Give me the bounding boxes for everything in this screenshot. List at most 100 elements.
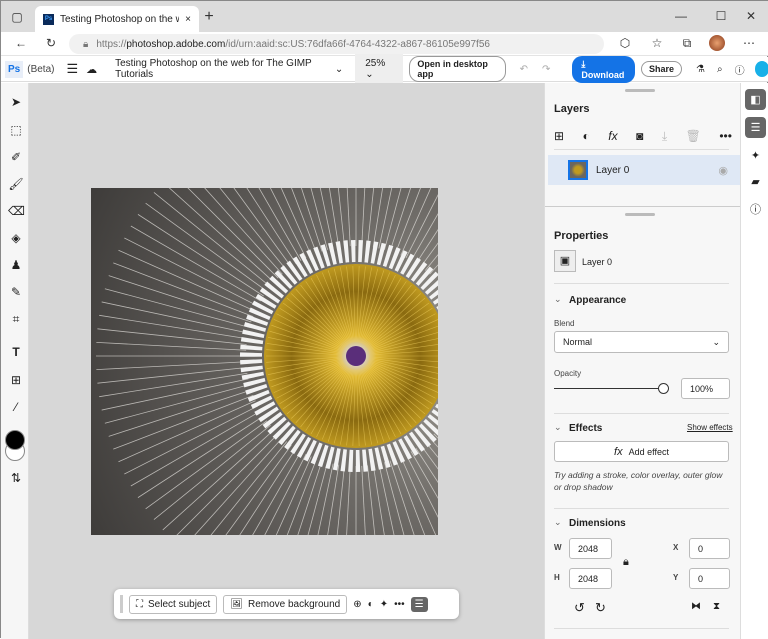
help-icon[interactable]: ⓘ (735, 62, 745, 77)
adjustment-icon[interactable]: ◐ (368, 599, 374, 610)
opacity-slider-handle[interactable] (658, 383, 669, 394)
move-tool-icon[interactable]: ➤ (8, 95, 24, 111)
rotate-right-icon[interactable]: ↻ (595, 600, 606, 616)
x-label: X (673, 543, 678, 552)
minimize-button[interactable]: — (673, 9, 689, 23)
beta-label: (Beta) (27, 64, 54, 75)
flip-vertical-icon[interactable]: ⧗ (713, 601, 720, 612)
properties-title: Properties (554, 230, 608, 242)
comments-icon[interactable]: ▰ (745, 171, 766, 192)
type-tool-icon[interactable]: T (8, 345, 24, 361)
mask-icon[interactable]: ◙ (636, 129, 643, 144)
blend-value: Normal (563, 337, 592, 347)
delete-layer-icon[interactable]: 🗑︎ (686, 129, 701, 144)
eyedropper-icon[interactable]: ⁄ (8, 400, 24, 416)
search-icon[interactable]: ⌕ (717, 64, 723, 75)
download-button[interactable]: ⤓ Download (572, 56, 635, 83)
collections-icon[interactable]: ⧉ (679, 36, 695, 51)
show-effects-link[interactable]: Show effects (687, 423, 733, 432)
eraser-tool-icon[interactable]: ⌫ (8, 204, 24, 220)
share-button[interactable]: Share (641, 61, 682, 77)
zoom-dropdown[interactable]: 25% ⌄ (355, 54, 403, 84)
browser-tab[interactable]: Ps Testing Photoshop on the web fo × (35, 6, 199, 32)
crop-tool-icon[interactable]: ⌗ (8, 312, 24, 328)
remove-background-label: Remove background (248, 599, 340, 610)
chevron-down-icon[interactable]: ⌄ (554, 517, 562, 528)
panel-resize-handle[interactable] (625, 213, 655, 216)
more-options-button[interactable]: ••• (394, 599, 405, 610)
cloud-icon[interactable]: ☁ (86, 63, 97, 76)
document-title[interactable]: Testing Photoshop on the web for The GIM… (115, 58, 329, 80)
fx-icon[interactable]: fx (608, 129, 617, 144)
properties-layer-name: Layer 0 (582, 257, 612, 267)
profile-avatar[interactable] (709, 35, 725, 51)
back-icon[interactable]: ← (13, 36, 29, 50)
panel-resize-handle[interactable] (625, 89, 655, 92)
drag-handle[interactable] (120, 595, 123, 613)
dimensions-heading[interactable]: Dimensions (569, 518, 626, 529)
properties-toggle-icon[interactable]: ☰ (411, 597, 428, 612)
opacity-input[interactable]: 100% (681, 378, 730, 399)
quick-select-tool-icon[interactable]: ✐ (8, 150, 24, 166)
y-input[interactable]: 0 (689, 568, 730, 589)
fill-tool-icon[interactable]: ◈ (8, 231, 24, 247)
menu-icon[interactable]: ☰ (66, 61, 78, 77)
brush-tool-icon[interactable]: 🖌︎ (8, 177, 24, 193)
flip-horizontal-icon[interactable]: ⧓ (691, 601, 701, 612)
url-prefix: https:// (96, 39, 126, 50)
height-input[interactable]: 2048 (569, 568, 612, 589)
blend-mode-select[interactable]: Normal⌄ (554, 331, 729, 353)
add-mask-icon[interactable]: ⊕ (353, 599, 361, 610)
visibility-eye-icon[interactable]: ◉ (718, 164, 728, 177)
ps-logo[interactable]: Ps (5, 61, 23, 78)
generative-icon[interactable]: ✦ (380, 599, 388, 610)
open-in-desktop-button[interactable]: Open in desktop app (409, 56, 505, 82)
lock-aspect-icon[interactable]: 🔒︎ (623, 556, 629, 569)
rotate-left-icon[interactable]: ↺ (574, 600, 585, 616)
effects-heading[interactable]: Effects (569, 423, 602, 434)
tab-title: Testing Photoshop on the web fo (60, 14, 179, 25)
healing-brush-icon[interactable]: ✎ (8, 285, 24, 301)
remove-background-button[interactable]: 🖼︎Remove background (223, 595, 347, 614)
layers-panel-icon[interactable]: ◧ (745, 89, 766, 110)
add-image-icon[interactable]: ⊞ (8, 373, 24, 389)
account-avatar[interactable] (755, 61, 768, 77)
close-window-button[interactable]: ✕ (743, 9, 759, 23)
width-input[interactable]: 2048 (569, 538, 612, 559)
close-tab-button[interactable]: × (185, 14, 191, 25)
more-icon[interactable]: ⋯ (741, 36, 757, 50)
favorites-icon[interactable]: ☆ (649, 36, 665, 50)
appearance-heading[interactable]: Appearance (569, 295, 626, 306)
maximize-button[interactable]: ☐ (713, 9, 729, 23)
canvas-image-dandelion[interactable] (91, 188, 438, 535)
swap-colors-icon[interactable]: ⇅ (8, 471, 24, 487)
labs-icon[interactable]: ⚗ (696, 64, 705, 75)
sidebar-toggle-icon[interactable]: ▢ (9, 9, 25, 25)
add-layer-icon[interactable]: ⊞ (554, 129, 564, 144)
refresh-icon[interactable]: ↻ (43, 36, 59, 50)
generative-panel-icon[interactable]: ✦ (745, 145, 766, 166)
new-tab-button[interactable]: + (201, 9, 217, 25)
right-panel: Layers ⊞ ◐ fx ◙ ⤓ 🗑︎ ••• Layer 0 ◉ Prope… (544, 83, 740, 639)
foreground-color-swatch[interactable] (5, 430, 25, 450)
opacity-slider-track[interactable] (554, 388, 664, 389)
add-effect-button[interactable]: fxAdd effect (554, 441, 729, 462)
select-subject-button[interactable]: ⛶Select subject (129, 595, 217, 614)
x-input[interactable]: 0 (689, 538, 730, 559)
info-icon[interactable]: ⓘ (745, 198, 766, 219)
properties-panel-icon[interactable]: ☰ (745, 117, 766, 138)
clip-icon[interactable]: ⤓ (662, 129, 667, 144)
layer-row[interactable]: Layer 0 ◉ (548, 155, 740, 185)
redo-icon[interactable]: ↷ (542, 64, 550, 75)
chevron-down-icon[interactable]: ⌄ (554, 422, 562, 433)
adjustment-layer-icon[interactable]: ◐ (583, 129, 590, 144)
url-field[interactable]: 🔒︎ https://photoshop.adobe.com/id/urn:aa… (69, 34, 604, 54)
chevron-down-icon[interactable]: ⌄ (554, 294, 562, 305)
transform-tool-icon[interactable]: ⬚ (8, 123, 24, 139)
extensions-icon[interactable]: ⬡ (617, 36, 633, 50)
undo-icon[interactable]: ↶ (520, 64, 528, 75)
layers-more-button[interactable]: ••• (719, 129, 732, 144)
chevron-down-icon[interactable]: ⌄ (335, 64, 343, 75)
clone-stamp-icon[interactable]: ♟ (8, 258, 24, 274)
lock-icon: 🔒︎ (83, 39, 88, 50)
